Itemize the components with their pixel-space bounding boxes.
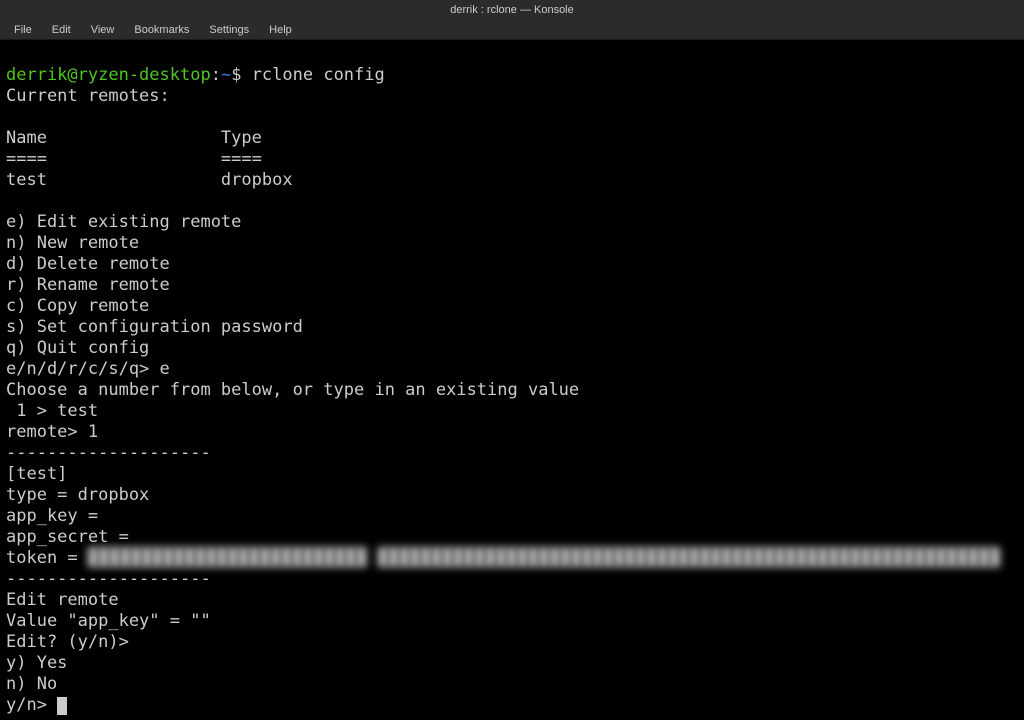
window-titlebar: derrik : rclone — Konsole — [0, 0, 1024, 20]
output-line: app_key = — [6, 506, 108, 526]
output-line: r) Rename remote — [6, 275, 170, 295]
output-line: e/n/d/r/c/s/q> e — [6, 359, 170, 379]
cursor-icon — [57, 697, 67, 715]
output-line: -------------------- — [6, 569, 211, 589]
output-token-label: token = — [6, 548, 88, 568]
output-line: ==== ==== — [6, 149, 262, 169]
output-line: e) Edit existing remote — [6, 212, 241, 232]
output-line: remote> 1 — [6, 422, 98, 442]
output-token-blurred: ██████████████████████████ █████████████… — [88, 548, 1000, 568]
menu-settings[interactable]: Settings — [199, 22, 259, 38]
output-line: Edit remote — [6, 590, 119, 610]
command-text: rclone config — [252, 65, 385, 85]
prompt-path: ~ — [221, 65, 231, 85]
output-line: app_secret = — [6, 527, 139, 547]
terminal-area[interactable]: derrik@ryzen-desktop:~$ rclone config Cu… — [0, 40, 1024, 720]
prompt-user-host: derrik@ryzen-desktop — [6, 65, 211, 85]
output-line: test dropbox — [6, 170, 293, 190]
output-line: -------------------- — [6, 443, 211, 463]
output-line: Value "app_key" = "" — [6, 611, 211, 631]
output-line: s) Set configuration password — [6, 317, 303, 337]
output-line: Choose a number from below, or type in a… — [6, 380, 579, 400]
menubar: File Edit View Bookmarks Settings Help — [0, 20, 1024, 40]
output-line: d) Delete remote — [6, 254, 170, 274]
output-line: type = dropbox — [6, 485, 149, 505]
output-line: Current remotes: — [6, 86, 170, 106]
output-line: q) Quit config — [6, 338, 149, 358]
prompt-dollar: $ — [231, 65, 251, 85]
menu-view[interactable]: View — [81, 22, 125, 38]
output-line: n) New remote — [6, 233, 139, 253]
menu-bookmarks[interactable]: Bookmarks — [124, 22, 199, 38]
menu-help[interactable]: Help — [259, 22, 302, 38]
prompt-colon: : — [211, 65, 221, 85]
menu-file[interactable]: File — [4, 22, 42, 38]
output-line: y/n> — [6, 695, 57, 715]
window-title: derrik : rclone — Konsole — [450, 4, 574, 16]
output-line: n) No — [6, 674, 57, 694]
output-line: Name Type — [6, 128, 262, 148]
output-line: 1 > test — [6, 401, 98, 421]
output-line: y) Yes — [6, 653, 67, 673]
output-line: Edit? (y/n)> — [6, 632, 129, 652]
output-line: [test] — [6, 464, 67, 484]
menu-edit[interactable]: Edit — [42, 22, 81, 38]
output-line: c) Copy remote — [6, 296, 149, 316]
